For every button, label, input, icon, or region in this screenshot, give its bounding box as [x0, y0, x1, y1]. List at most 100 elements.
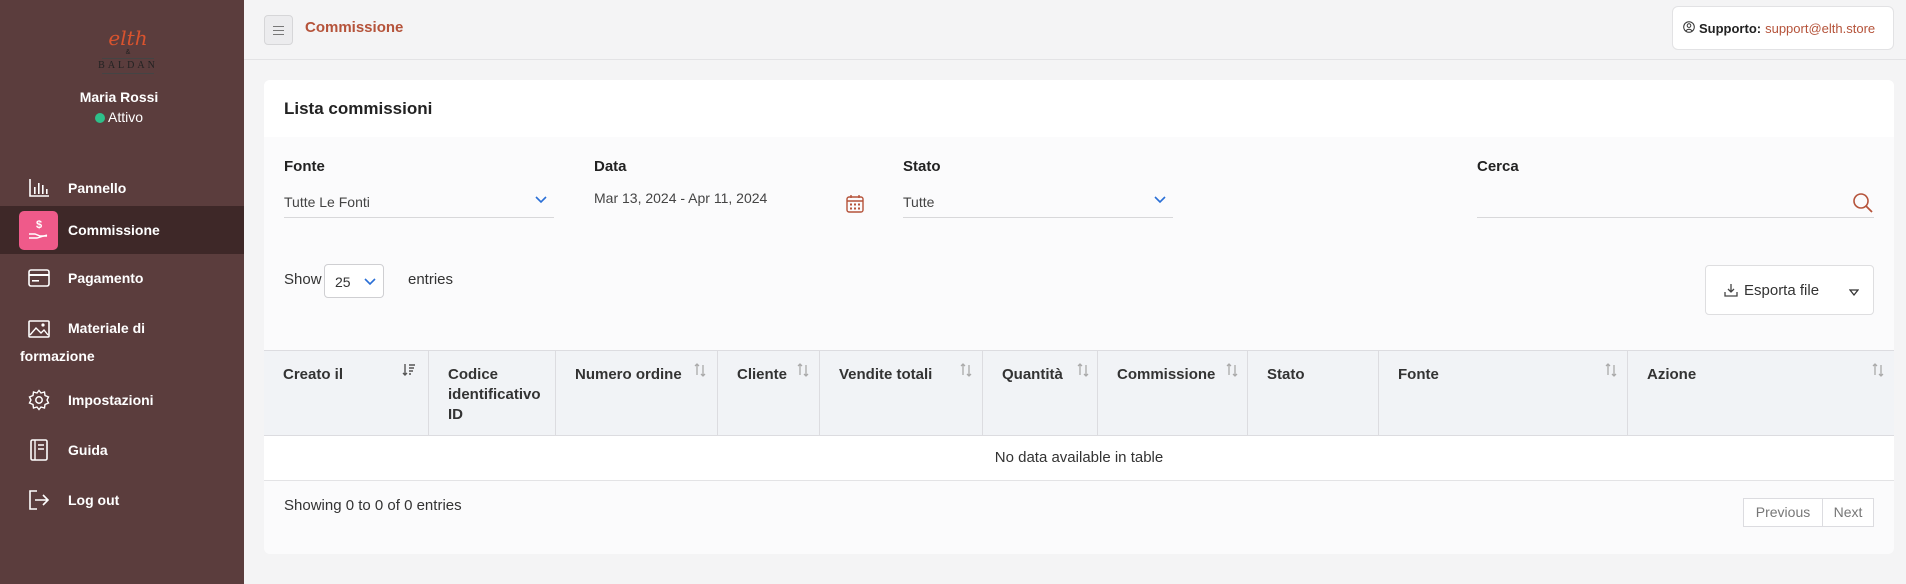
- date-range-input[interactable]: Mar 13, 2024 - Apr 11, 2024: [594, 186, 864, 218]
- column-header-codice-identificativo-id[interactable]: Codice identificativo ID: [428, 351, 555, 437]
- fonte-select[interactable]: Tutte Le Fonti: [284, 186, 554, 218]
- page-title: Commissione: [305, 19, 404, 36]
- sidebar-item-guida[interactable]: Guida: [0, 430, 244, 470]
- sort-icon: [1077, 363, 1089, 380]
- column-header-stato[interactable]: Stato: [1247, 351, 1378, 437]
- column-header-label: Azione: [1647, 366, 1697, 383]
- sidebar-item-label: Pagamento: [68, 270, 144, 286]
- support-label: Supporto:: [1699, 20, 1762, 36]
- page-size-value: 25: [335, 274, 351, 290]
- column-header-creato-il[interactable]: Creato il: [264, 351, 428, 437]
- column-header-label: Stato: [1267, 366, 1305, 383]
- user-status: Attivo: [0, 109, 238, 125]
- chevron-down-icon: [534, 192, 548, 209]
- export-file-button[interactable]: Esporta file: [1705, 265, 1874, 315]
- status-dot-icon: [94, 113, 105, 123]
- column-header-fonte[interactable]: Fonte: [1378, 351, 1627, 437]
- table-info: Showing 0 to 0 of 0 entries: [284, 497, 462, 514]
- column-header-label: Creato il: [283, 366, 344, 383]
- calendar-icon[interactable]: [846, 194, 864, 216]
- column-header-label: Commissione: [1117, 366, 1216, 383]
- menu-toggle-button[interactable]: [264, 15, 293, 45]
- logo-divider: [102, 58, 154, 59]
- credit-card-icon: [28, 267, 50, 289]
- commission-card: Lista commissioni Fonte Tutte Le Fonti D…: [264, 80, 1894, 554]
- sidebar: elth & BALDAN Maria Rossi Attivo Pannell…: [0, 0, 244, 584]
- column-header-label: Cliente: [737, 366, 788, 383]
- chevron-down-icon: [363, 274, 377, 291]
- logo-divider: [102, 73, 154, 74]
- date-range-value: Mar 13, 2024 - Apr 11, 2024: [594, 190, 768, 206]
- column-header-numero-ordine[interactable]: Numero ordine: [555, 351, 717, 437]
- sidebar-item-label: Guida: [68, 442, 108, 458]
- sidebar-item-label: Impostazioni: [68, 392, 154, 408]
- book-icon: [28, 439, 50, 461]
- column-header-label: Numero ordine: [575, 366, 682, 383]
- export-file-label: Esporta file: [1744, 282, 1820, 299]
- bar-chart-icon: [28, 177, 50, 199]
- sidebar-item-pannello[interactable]: Pannello: [0, 168, 244, 208]
- logo-bottom-text: BALDAN: [98, 60, 158, 71]
- chevron-down-icon: [1153, 192, 1167, 209]
- filter-fonte: Fonte Tutte Le Fonti: [284, 158, 554, 218]
- card-title: Lista commissioni: [284, 99, 433, 118]
- sort-icon: [694, 363, 706, 380]
- previous-page-button[interactable]: Previous: [1743, 498, 1823, 527]
- sort-icon: [1872, 363, 1884, 380]
- next-page-button[interactable]: Next: [1823, 498, 1874, 527]
- support-box: Supporto: support@elth.store: [1672, 6, 1894, 50]
- sort-icon: [1226, 363, 1238, 380]
- entries-label: entries: [408, 271, 454, 288]
- sidebar-item-log-out[interactable]: Log out: [0, 480, 244, 520]
- sidebar-item-impostazioni[interactable]: Impostazioni: [0, 380, 244, 420]
- user-circle-icon: [1683, 20, 1695, 36]
- sidebar-item-label: Log out: [68, 492, 120, 508]
- filter-stato-label: Stato: [903, 158, 941, 175]
- filter-data-label: Data: [594, 158, 627, 175]
- search-input[interactable]: [1477, 186, 1874, 218]
- user-status-label: Attivo: [107, 109, 143, 125]
- money-hand-icon: $: [19, 210, 58, 250]
- logo-top-text: elth: [108, 26, 148, 50]
- download-icon: [1724, 283, 1738, 301]
- sort-icon: [960, 363, 972, 380]
- empty-table-message: No data available in table: [264, 436, 1894, 481]
- column-header-label: Codice identificativo ID: [448, 366, 541, 423]
- sidebar-item-label: Commissione: [68, 222, 160, 238]
- sidebar-item-label: Pannello: [68, 180, 127, 196]
- filter-cerca-label: Cerca: [1477, 158, 1519, 175]
- logo-amp-text: &: [125, 49, 131, 56]
- svg-text:$: $: [35, 219, 41, 231]
- sidebar-item-pagamento[interactable]: Pagamento: [0, 258, 244, 298]
- filter-data: Data Mar 13, 2024 - Apr 11, 2024: [594, 158, 864, 213]
- sidebar-item-commissione[interactable]: $ Commissione: [0, 206, 244, 254]
- column-header-label: Vendite totali: [839, 366, 933, 383]
- stato-select-value: Tutte: [903, 194, 935, 210]
- column-header-vendite-totali[interactable]: Vendite totali: [819, 351, 982, 437]
- sort-icon: [1605, 363, 1617, 380]
- stato-select[interactable]: Tutte: [903, 186, 1173, 218]
- support-email-link[interactable]: support@elth.store: [1765, 21, 1875, 36]
- column-header-label: Fonte: [1398, 366, 1439, 383]
- column-header-cliente[interactable]: Cliente: [717, 351, 819, 437]
- show-label: Show: [284, 271, 322, 288]
- caret-down-icon: [1848, 285, 1860, 302]
- column-header-commissione[interactable]: Commissione: [1097, 351, 1247, 437]
- filter-stato: Stato Tutte: [903, 158, 1173, 218]
- sidebar-item-label: Materiale di formazione: [20, 320, 146, 364]
- sidebar-item-materiale-di-formazione[interactable]: Materiale di formazione: [0, 314, 244, 370]
- column-header-azione[interactable]: Azione: [1627, 351, 1894, 437]
- filter-fonte-label: Fonte: [284, 158, 325, 175]
- sort-icon: [797, 363, 809, 380]
- search-icon[interactable]: [1852, 192, 1874, 217]
- fonte-select-value: Tutte Le Fonti: [284, 194, 370, 210]
- gear-icon: [28, 389, 50, 411]
- table-header: Creato il Codice identificativo ID Numer…: [264, 350, 1894, 437]
- top-bar: Commissione Supporto: support@elth.store: [244, 0, 1906, 60]
- hamburger-icon: [273, 25, 284, 27]
- page-size-select[interactable]: 25: [324, 264, 384, 298]
- user-name: Maria Rossi: [79, 89, 159, 105]
- column-header-quantita[interactable]: Quantità: [982, 351, 1097, 437]
- logout-icon: [28, 489, 50, 511]
- brand-logo: elth & BALDAN: [98, 28, 158, 80]
